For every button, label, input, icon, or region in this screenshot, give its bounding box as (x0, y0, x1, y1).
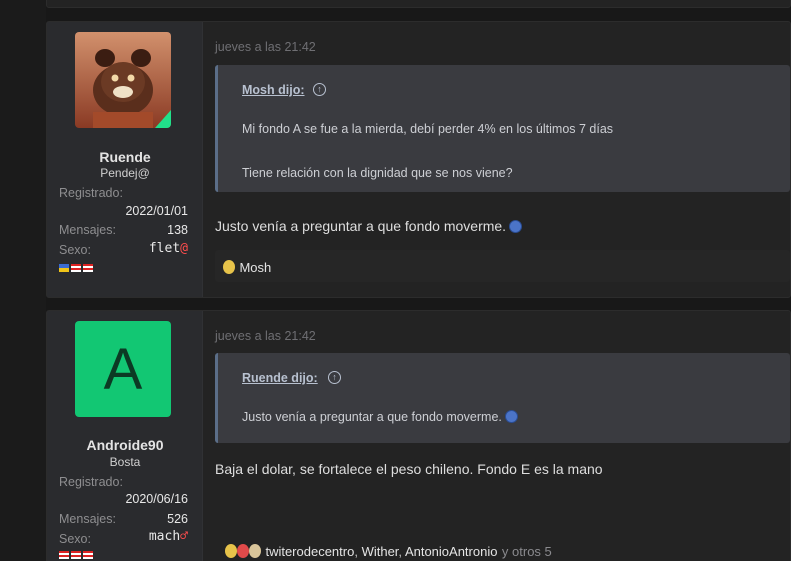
reaction-user[interactable]: twiterodecentro (265, 544, 354, 559)
reactions-content: Mosh (223, 259, 271, 277)
user-title: Pendej@ (100, 166, 150, 180)
post-date[interactable]: jueves a las 21:42 (215, 40, 316, 54)
reaction-user[interactable]: Wither (362, 544, 399, 559)
left-gutter (0, 0, 46, 561)
post-date[interactable]: jueves a las 21:42 (215, 329, 316, 343)
laugh-reaction-icon (249, 544, 261, 558)
sex-value: mach♂ (148, 529, 188, 544)
sex-label: Sexo: (59, 532, 91, 546)
user-info-cell: A Androide90 Bosta Registrado: 2020/06/1… (47, 311, 203, 561)
flag-icon (71, 551, 81, 559)
reactions-content: twiterodecentro, Wither, AntonioAntronio… (225, 543, 552, 561)
registered-value: 2022/01/01 (125, 204, 188, 218)
messages-value: 526 (167, 512, 188, 526)
messages-label: Mensajes: (59, 223, 116, 237)
quote-author[interactable]: Ruende dijo: (242, 371, 318, 385)
registered-value: 2020/06/16 (125, 492, 188, 506)
reaction-user[interactable]: Mosh (239, 260, 271, 275)
quote-block: Ruende dijo: ↑ Justo venía a preguntar a… (215, 353, 790, 443)
user-badges (59, 551, 93, 559)
grin-emoji-icon (504, 410, 518, 423)
reactions-bar[interactable]: twiterodecentro, Wither, AntonioAntronio… (215, 534, 790, 561)
user-badges (59, 264, 93, 272)
user-info-cell: Ruende Pendej@ Registrado: 2022/01/01 Me… (47, 22, 203, 297)
reaction-user[interactable]: AntonioAntronio (405, 544, 498, 559)
registered-label: Registrado: (59, 186, 123, 200)
message-cell: jueves a las 21:42 Ruende dijo: ↑ Justo … (215, 311, 790, 561)
post: A Androide90 Bosta Registrado: 2020/06/1… (46, 310, 791, 561)
sex-label: Sexo: (59, 243, 91, 257)
avatar[interactable]: A (75, 321, 171, 417)
post: Ruende Pendej@ Registrado: 2022/01/01 Me… (46, 21, 791, 298)
messages-value: 138 (167, 223, 188, 237)
flag-icon (83, 264, 93, 272)
reactions-more-link[interactable]: y otros 5 (502, 544, 552, 559)
thumbs-up-reaction-icon (225, 544, 237, 558)
gender-symbol: ♂ (180, 529, 188, 544)
message-body: Justo venía a preguntar a que fondo move… (215, 218, 523, 234)
flag-icon (71, 264, 81, 272)
quote-line: Justo venía a preguntar a que fondo move… (242, 410, 518, 424)
reactions-bar[interactable]: Mosh (215, 250, 790, 282)
quote-line: Mi fondo A se fue a la mierda, debí perd… (242, 122, 614, 136)
message-cell: jueves a las 21:42 Mosh dijo: ↑ Mi fondo… (215, 22, 790, 297)
sex-value: flet@ (148, 241, 188, 256)
quote-author[interactable]: Mosh dijo: (242, 83, 305, 97)
thumbs-up-reaction-icon (223, 260, 235, 274)
love-reaction-icon (237, 544, 249, 558)
flag-icon (59, 264, 69, 272)
flag-icon (83, 551, 93, 559)
user-title: Bosta (109, 455, 141, 469)
message-body: Baja el dolar, se fortalece el peso chil… (215, 461, 603, 477)
username[interactable]: Ruende (47, 149, 203, 165)
jump-to-quote-icon[interactable]: ↑ (313, 83, 326, 96)
gender-symbol: @ (180, 241, 188, 256)
quote-block: Mosh dijo: ↑ Mi fondo A se fue a la mier… (215, 65, 790, 192)
messages-label: Mensajes: (59, 512, 116, 526)
registered-label: Registrado: (59, 475, 123, 489)
jump-to-quote-icon[interactable]: ↑ (328, 371, 341, 384)
username[interactable]: Androide90 (47, 437, 203, 453)
grin-emoji-icon (509, 220, 523, 233)
avatar[interactable] (75, 32, 171, 128)
quote-line: Tiene relación con la dignidad que se no… (242, 166, 513, 180)
previous-post-edge (46, 0, 791, 8)
flag-icon (59, 551, 69, 559)
